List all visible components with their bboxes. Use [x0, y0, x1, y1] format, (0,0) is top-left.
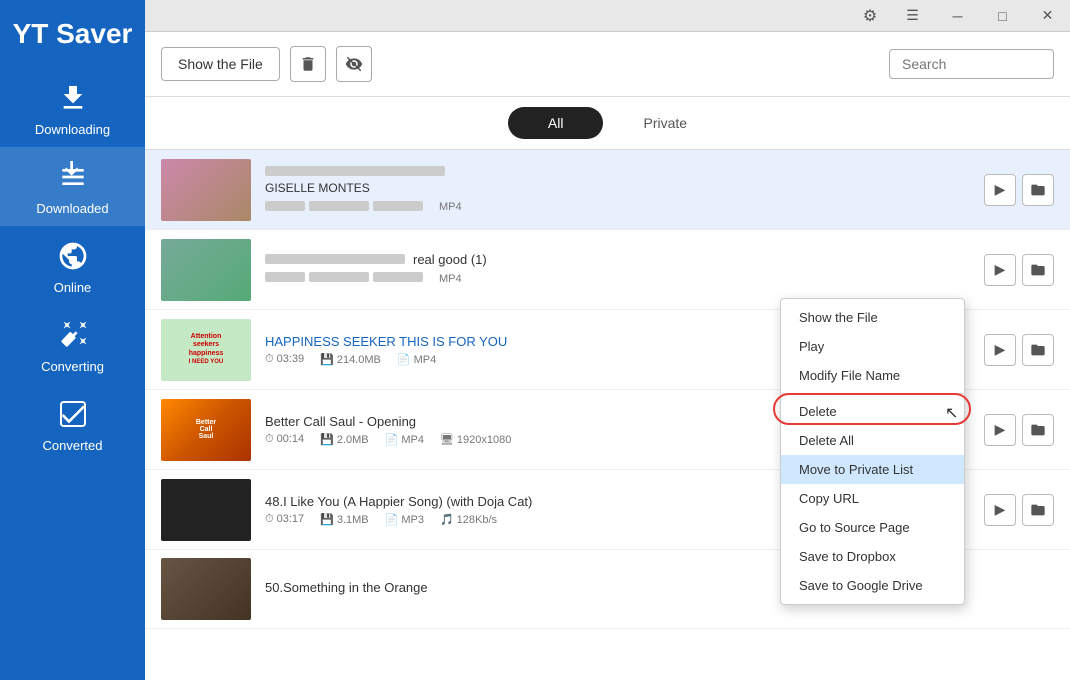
meta-blurred-3 — [373, 272, 423, 282]
list-item: GISELLE MONTES MP4 ▶ — [145, 150, 1070, 230]
item-meta: MP4 — [265, 270, 974, 287]
maximize-button[interactable]: □ — [980, 0, 1025, 32]
sidebar-item-converted[interactable]: Converted — [0, 384, 145, 463]
ctx-delete-all[interactable]: Delete All — [781, 426, 964, 455]
ctx-move-private[interactable]: Move to Private List — [781, 455, 964, 484]
title-blurred — [265, 254, 405, 264]
tab-all[interactable]: All — [508, 107, 604, 139]
ctx-goto-source[interactable]: Go to Source Page — [781, 513, 964, 542]
sidebar-label-online: Online — [54, 280, 92, 295]
delete-button[interactable] — [290, 46, 326, 82]
ctx-play[interactable]: Play — [781, 332, 964, 361]
thumbnail — [161, 479, 251, 541]
meta-duration: ⏱03:17 — [265, 513, 304, 526]
sidebar-item-online[interactable]: Online — [0, 226, 145, 305]
play-button[interactable]: ▶ — [984, 174, 1016, 206]
meta-blurred — [265, 272, 305, 282]
meta-blurred-3 — [373, 201, 423, 211]
thumb-text: BetterCallSaul — [196, 419, 216, 440]
folder-button[interactable] — [1022, 414, 1054, 446]
item-format: MP4 — [439, 201, 462, 213]
folder-button[interactable] — [1022, 334, 1054, 366]
item-format: MP4 — [439, 273, 462, 285]
main-content: ⚙ ☰ ─ □ ✕ Show the File All Private — [145, 0, 1070, 680]
sidebar-label-downloading: Downloading — [35, 122, 110, 137]
item-actions: ▶ — [984, 174, 1054, 206]
meta-blurred-2 — [309, 272, 369, 282]
sidebar-item-downloading[interactable]: Downloading — [0, 68, 145, 147]
item-actions: ▶ — [984, 334, 1054, 366]
converted-icon — [53, 394, 93, 434]
thumbnail — [161, 239, 251, 301]
toolbar: Show the File — [145, 32, 1070, 97]
play-button[interactable]: ▶ — [984, 334, 1016, 366]
thumbnail: BetterCallSaul — [161, 399, 251, 461]
thumbnail: AttentionseekershappinessI NEED YOU — [161, 319, 251, 381]
play-button[interactable]: ▶ — [984, 254, 1016, 286]
play-button[interactable]: ▶ — [984, 494, 1016, 526]
settings-button[interactable] — [336, 46, 372, 82]
minimize-button[interactable]: ─ — [935, 0, 980, 32]
content-list: GISELLE MONTES MP4 ▶ — [145, 150, 1070, 680]
ctx-delete[interactable]: Delete — [781, 397, 964, 426]
meta-bitrate: 🎵128Kb/s — [440, 513, 497, 526]
download-icon — [53, 78, 93, 118]
gear-button[interactable]: ⚙ — [854, 0, 886, 32]
meta-blurred — [265, 201, 305, 211]
tab-private[interactable]: Private — [623, 107, 707, 139]
sidebar-label-converted: Converted — [43, 438, 103, 453]
tabs-bar: All Private — [145, 97, 1070, 150]
meta-format: 📄MP3 — [385, 513, 424, 526]
converting-icon — [53, 315, 93, 355]
folder-button[interactable] — [1022, 254, 1054, 286]
item-actions: ▶ — [984, 494, 1054, 526]
meta-duration: ⏱00:14 — [265, 433, 304, 446]
close-button[interactable]: ✕ — [1025, 0, 1070, 32]
thumbnail — [161, 558, 251, 620]
context-menu: Show the File Play Modify File Name Dele… — [780, 298, 965, 605]
thumbnail — [161, 159, 251, 221]
sidebar-label-converting: Converting — [41, 359, 104, 374]
menu-button[interactable]: ☰ — [890, 0, 935, 32]
folder-button[interactable] — [1022, 494, 1054, 526]
sidebar-label-downloaded: Downloaded — [36, 201, 108, 216]
meta-resolution: 🖥1920x1080 — [440, 433, 511, 446]
downloaded-icon — [53, 157, 93, 197]
ctx-save-dropbox[interactable]: Save to Dropbox — [781, 542, 964, 571]
show-file-button[interactable]: Show the File — [161, 47, 280, 81]
meta-format: 📄MP4 — [385, 433, 424, 446]
meta-size: 💾3.1MB — [320, 513, 369, 526]
ctx-show-file[interactable]: Show the File — [781, 303, 964, 332]
sidebar-item-converting[interactable]: Converting — [0, 305, 145, 384]
meta-size: 💾214.0MB — [320, 353, 381, 366]
app-title: YT Saver — [0, 0, 145, 68]
item-info: GISELLE MONTES MP4 — [265, 164, 974, 216]
item-author: GISELLE MONTES — [265, 181, 974, 195]
online-icon — [53, 236, 93, 276]
play-button[interactable]: ▶ — [984, 414, 1016, 446]
meta-blurred-2 — [309, 201, 369, 211]
item-meta: MP4 — [265, 199, 974, 216]
thumb-text: AttentionseekershappinessI NEED YOU — [185, 329, 228, 371]
item-actions: ▶ — [984, 254, 1054, 286]
meta-size: 💾2.0MB — [320, 433, 369, 446]
search-input[interactable] — [889, 49, 1054, 79]
sidebar-item-downloaded[interactable]: Downloaded — [0, 147, 145, 226]
ctx-copy-url[interactable]: Copy URL — [781, 484, 964, 513]
folder-button[interactable] — [1022, 174, 1054, 206]
sidebar: YT Saver Downloading Downloaded Online C… — [0, 0, 145, 680]
meta-duration: ⏱03:39 — [265, 353, 304, 366]
title-blurred — [265, 166, 445, 176]
title-bar: ⚙ ☰ ─ □ ✕ — [145, 0, 1070, 32]
ctx-save-gdrive[interactable]: Save to Google Drive — [781, 571, 964, 600]
item-info: real good (1) MP4 — [265, 252, 974, 287]
item-title-suffix: real good (1) — [413, 252, 487, 267]
ctx-divider — [781, 393, 964, 394]
meta-format: 📄MP4 — [397, 353, 436, 366]
ctx-modify-name[interactable]: Modify File Name — [781, 361, 964, 390]
item-actions: ▶ — [984, 414, 1054, 446]
